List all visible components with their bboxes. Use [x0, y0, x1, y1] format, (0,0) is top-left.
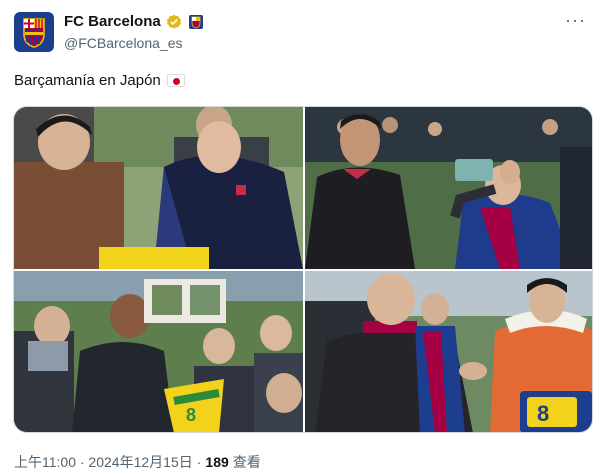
photo-3-image: 8: [14, 271, 303, 432]
flag-japan-icon: [166, 74, 185, 87]
display-name[interactable]: FC Barcelona: [64, 13, 161, 30]
photo-2[interactable]: [305, 107, 592, 269]
photo-4-image: 8: [305, 271, 592, 432]
meta-separator: ·: [196, 454, 202, 470]
photo-3-shirt-number: 8: [186, 405, 196, 425]
photo-4-shirt-number: 8: [537, 401, 549, 426]
media-grid: 8 8: [13, 106, 593, 433]
more-options-icon[interactable]: ···: [565, 10, 586, 31]
views-label: 查看: [232, 454, 261, 470]
verified-badge-icon[interactable]: [166, 14, 182, 30]
user-handle[interactable]: @FCBarcelona_es: [64, 35, 183, 51]
photo-1-image: [14, 107, 303, 269]
author-name-row: FC Barcelona: [64, 13, 203, 30]
affiliate-badge-icon[interactable]: [188, 14, 203, 29]
views-count: 189: [205, 454, 229, 470]
photo-3[interactable]: 8: [14, 271, 303, 432]
photo-4[interactable]: 8: [305, 271, 592, 432]
photo-2-image: [305, 107, 592, 269]
timestamp[interactable]: 上午11:00 · 2024年12月15日: [14, 452, 193, 472]
tweet-meta: 上午11:00 · 2024年12月15日 · 189 查看: [14, 452, 261, 472]
tweet-body: Barçamanía en Japón: [14, 72, 161, 89]
club-crest-avatar[interactable]: [14, 12, 54, 52]
photo-1[interactable]: [14, 107, 303, 269]
tweet-text: Barçamanía en Japón: [14, 72, 185, 89]
barcelona-crest-icon: [14, 12, 54, 52]
